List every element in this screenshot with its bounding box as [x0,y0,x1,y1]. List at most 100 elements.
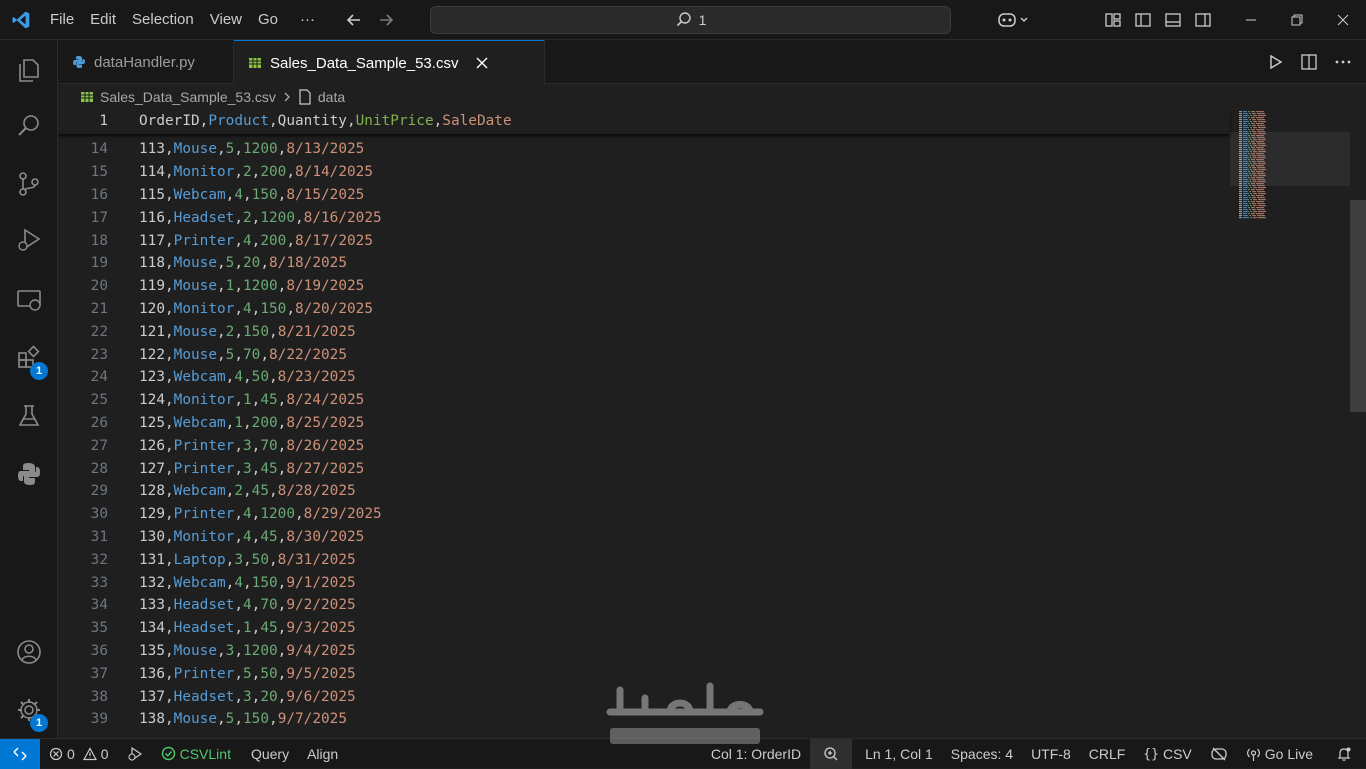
tab-sales-data-csv[interactable]: Sales_Data_Sample_53.csv [234,40,545,85]
csv-field: 150 [260,300,287,317]
minimap-line [1239,161,1242,163]
remote-explorer-icon[interactable] [0,276,58,324]
csv-field: 4 [234,574,243,591]
csv-field: 137 [139,688,165,705]
testing-icon[interactable] [0,392,58,440]
csv-field: 113 [139,141,165,158]
run-icon[interactable] [1266,53,1284,71]
menu-view[interactable]: View [202,6,250,34]
csv-line: 27 126,Printer,3,70,8/26/2025 [58,434,365,457]
minimap[interactable] [1238,110,1338,738]
csv-field: 9/4/2025 [286,642,356,659]
csv-line-content: 124,Monitor,1,45,8/24/2025 [139,392,365,409]
copilot-icon[interactable] [992,0,1036,40]
minimap-line [1257,137,1265,139]
minimap-line [1243,147,1247,149]
minimap-line [1257,125,1265,127]
minimap-line [1249,161,1251,163]
accounts-icon[interactable] [0,628,58,676]
tab-datahandler[interactable]: dataHandler.py [58,40,234,84]
vertical-scrollbar-thumb[interactable] [1350,200,1366,412]
line-number: 39 [90,711,108,728]
debug-status[interactable] [118,739,152,769]
minimap-line [1243,139,1249,141]
customize-layout-icon[interactable] [1098,0,1128,40]
minimap-line [1252,149,1256,151]
toggle-secondary-sidebar-icon[interactable] [1188,0,1218,40]
minimap-line [1239,183,1242,185]
line-number: 21 [90,300,108,317]
notifications-bell[interactable] [1322,739,1366,769]
csv-field: 1200 [260,209,295,226]
minimap-line [1256,153,1264,155]
minimap-line [1243,187,1249,189]
command-center-search[interactable]: 1 [430,6,951,34]
encoding-setting[interactable]: UTF-8 [1022,739,1080,769]
line-number: 15 [90,164,108,181]
breadcrumb-file[interactable]: Sales_Data_Sample_53.csv [100,89,276,105]
eol-setting[interactable]: CRLF [1080,739,1135,769]
minimap-line [1239,151,1242,153]
minimap-line [1243,197,1248,199]
minimap-line [1251,171,1255,173]
minimap-line [1239,203,1242,205]
zoom-indicator[interactable] [810,739,853,769]
minimap-line [1251,141,1255,143]
menu-edit[interactable]: Edit [82,6,124,34]
more-actions-icon[interactable] [1334,53,1352,71]
breadcrumb-symbol[interactable]: data [318,89,345,105]
csv-line: 25 124,Monitor,1,45,8/24/2025 [58,389,365,412]
search-view-icon[interactable] [0,102,58,150]
forward-arrow-icon[interactable] [377,11,395,29]
remote-indicator-icon[interactable] [0,738,40,769]
query-button[interactable]: Query [242,739,298,769]
csvlint-status[interactable]: CSVLint [152,739,240,769]
restore-window-icon[interactable] [1274,0,1320,40]
minimap-line [1256,201,1264,203]
extensions-icon[interactable]: 1 [0,334,58,382]
close-tab-icon[interactable] [474,55,490,71]
csv-field: Webcam [173,369,226,386]
go-live-button[interactable]: Go Live [1237,739,1322,769]
csv-field: Monitor [173,300,235,317]
minimap-line [1250,133,1252,135]
minimize-window-icon[interactable] [1228,0,1274,40]
minimap-line [1258,187,1266,189]
python-icon[interactable] [0,450,58,498]
toggle-panel-icon[interactable] [1158,0,1188,40]
csv-line-content: 137,Headset,3,20,9/6/2025 [139,688,356,705]
menu-selection[interactable]: Selection [124,6,202,34]
back-arrow-icon[interactable] [345,11,363,29]
minimap-line [1250,181,1252,183]
toggle-primary-sidebar-icon[interactable] [1128,0,1158,40]
split-editor-icon[interactable] [1300,53,1318,71]
csv-field: Mouse [173,255,217,272]
align-button[interactable]: Align [298,739,347,769]
csv-field: 116 [139,209,165,226]
minimap-line [1239,185,1242,187]
cursor-position[interactable]: Ln 1, Col 1 [856,739,942,769]
explorer-icon[interactable] [0,46,58,94]
source-control-icon[interactable] [0,160,58,208]
csv-field: Webcam [173,414,226,431]
minimap-line [1248,201,1250,203]
copilot-status[interactable] [1201,739,1237,769]
minimap-line [1249,113,1251,115]
language-label: CSV [1162,746,1192,762]
minimap-line [1243,129,1247,131]
menu-more[interactable]: ··· [292,6,323,34]
code-editor[interactable]: 1 OrderID,Product,Quantity,UnitPrice,Sal… [58,110,1350,738]
csv-field: 138 [139,711,165,728]
run-debug-icon[interactable] [0,216,58,264]
menu-go[interactable]: Go [250,6,286,34]
language-mode[interactable]: {} CSV [1134,739,1200,769]
minimap-line [1256,183,1264,185]
close-window-icon[interactable] [1320,0,1366,40]
warning-count: 0 [100,745,109,762]
menu-file[interactable]: File [42,6,82,34]
problems-indicator[interactable]: 0 0 [40,739,118,769]
manage-gear-icon[interactable]: 1 [0,686,58,734]
minimap-line [1256,141,1264,143]
minimap-line [1257,143,1265,145]
indentation-setting[interactable]: Spaces: 4 [942,739,1022,769]
